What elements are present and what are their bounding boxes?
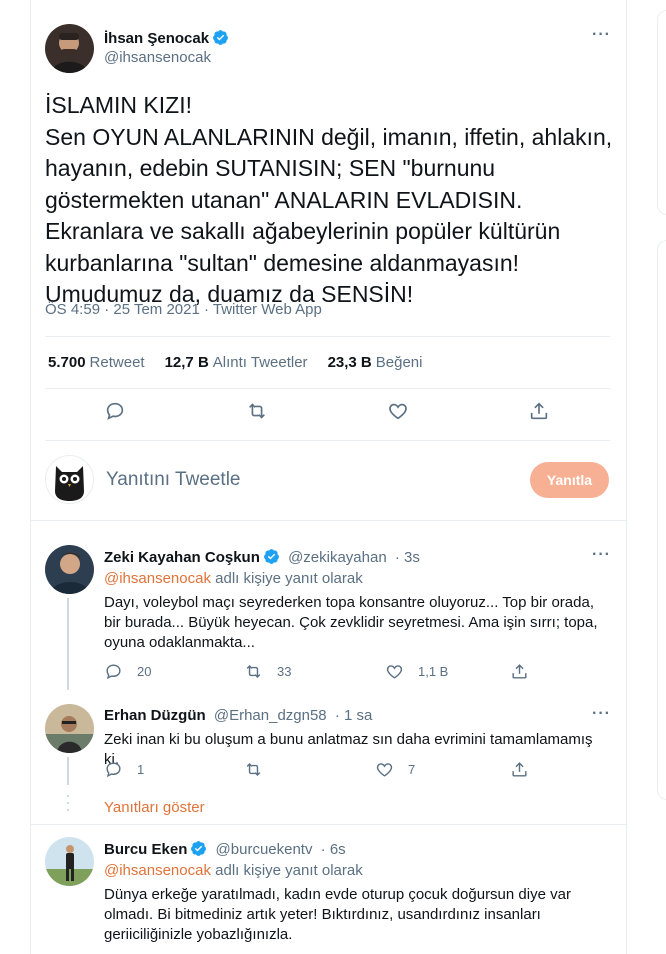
more-options-icon[interactable]: ··· (592, 705, 611, 723)
author-name[interactable]: Burcu Eken (104, 841, 187, 858)
reply-to-text: adlı kişiye yanıt olarak (210, 862, 363, 879)
retweet-label: Retweet (89, 354, 145, 371)
tweet-stats: 5.700 Retweet 12,7 B Alıntı Tweetler 23,3 … (48, 354, 422, 371)
reply-header: Erhan Düzgün @Erhan_dzgn58 · 1 sa (104, 707, 372, 724)
sidebar-card (657, 10, 666, 215)
divider (30, 520, 627, 521)
sidebar-card (657, 240, 666, 800)
avatar[interactable] (45, 545, 94, 594)
mention-link[interactable]: @ihsansenocak (104, 570, 211, 587)
reply-actions: 20 33 1,1 B (104, 662, 614, 682)
divider (45, 388, 610, 389)
retweet-count: 33 (277, 664, 292, 679)
author-name[interactable]: Erhan Düzgün (104, 707, 206, 724)
more-options-icon[interactable]: ··· (592, 26, 611, 44)
reply-icon[interactable] (104, 760, 123, 779)
author-name[interactable]: İhsan Şenocak (104, 30, 209, 47)
avatar[interactable] (45, 24, 94, 73)
more-options-icon[interactable]: ··· (592, 546, 611, 564)
thread-dot (67, 809, 69, 811)
reply-compose: Yanıtını Tweetle Yanıtla (45, 455, 615, 507)
quote-stat[interactable]: 12,7 B Alıntı Tweetler (165, 354, 308, 371)
verified-badge-icon (190, 840, 207, 861)
like-count: 1,1 B (418, 664, 449, 679)
retweet-action[interactable] (244, 760, 263, 779)
reply-text: Dayı, voleybol maçı seyrederken topa kon… (104, 594, 598, 651)
like-count: 23,3 B (327, 354, 372, 371)
share-icon[interactable] (510, 662, 529, 681)
reply-time[interactable]: · 3s (395, 549, 420, 566)
reply-time[interactable]: · 1 sa (335, 707, 373, 724)
author-handle[interactable]: @zekikayahan (288, 549, 387, 566)
reply-icon[interactable] (104, 662, 123, 681)
retweet-action[interactable]: 33 (244, 662, 291, 681)
divider (45, 440, 610, 441)
reply-text: Dünya erkeğe yaratılmadı, kadın evde otu… (104, 886, 571, 943)
reply-to-line: @ihsansenocak adlı kişiye yanıt olarak (104, 862, 363, 879)
thread-dot (67, 802, 69, 804)
reply-count: 1 (137, 762, 145, 777)
retweet-icon[interactable] (246, 400, 270, 424)
reply-header: Zeki Kayahan Coşkun @zekikayahan · 3s (104, 548, 420, 569)
share-icon[interactable] (510, 760, 529, 779)
tweet-timestamp[interactable]: ÖS 4:59 · 25 Tem 2021 · Twitter Web App (45, 301, 322, 318)
share-action[interactable] (510, 662, 529, 681)
author-name[interactable]: Zeki Kayahan Coşkun (104, 549, 260, 566)
author-handle[interactable]: @ihsansenocak (104, 49, 211, 66)
share-icon[interactable] (528, 400, 552, 424)
author-handle[interactable]: @burcuekentv (216, 841, 313, 858)
reply-input[interactable]: Yanıtını Tweetle (106, 469, 241, 491)
retweet-stat[interactable]: 5.700 Retweet (48, 354, 145, 371)
reply-time[interactable]: · 6s (321, 841, 346, 858)
avatar[interactable] (45, 837, 94, 886)
quote-count: 12,7 B (164, 354, 209, 371)
thread-line (67, 757, 69, 785)
share-action[interactable] (510, 760, 529, 779)
retweet-icon[interactable] (244, 760, 263, 779)
tweet-text-body: İSLAMIN KIZI! Sen OYUN ALANLARININ değil… (45, 92, 613, 307)
author-handle[interactable]: @Erhan_dzgn58 (214, 707, 327, 724)
reply-actions: 1 7 (104, 760, 614, 780)
reply-count: 20 (137, 664, 152, 679)
like-label: Beğeni (375, 354, 423, 371)
reply-header: Burcu Eken @burcuekentv · 6s (104, 840, 346, 861)
divider (45, 336, 610, 337)
like-stat[interactable]: 23,3 B Beğeni (328, 354, 423, 371)
like-icon[interactable] (375, 760, 394, 779)
thread-line (67, 598, 69, 690)
owl-avatar-icon (45, 455, 94, 504)
divider (30, 824, 627, 825)
thread-dot (67, 795, 69, 797)
tweet-text: İSLAMIN KIZI! Sen OYUN ALANLARININ değil… (45, 90, 615, 311)
reply-button[interactable]: Yanıtla (530, 462, 609, 498)
show-replies-link[interactable]: Yanıtları göster (104, 799, 205, 816)
verified-badge-icon (212, 29, 229, 51)
like-count: 7 (408, 762, 416, 777)
retweet-icon[interactable] (244, 662, 263, 681)
like-icon[interactable] (387, 400, 411, 424)
reply-action[interactable]: 20 (104, 662, 151, 681)
like-icon[interactable] (385, 662, 404, 681)
like-action[interactable]: 1,1 B (385, 662, 448, 681)
verified-badge-icon (263, 548, 280, 569)
reply-icon[interactable] (104, 400, 128, 424)
retweet-count: 5.700 (48, 354, 86, 371)
reply-to-line: @ihsansenocak adlı kişiye yanıt olarak (104, 570, 363, 587)
like-action[interactable]: 7 (375, 760, 415, 779)
reply-action[interactable]: 1 (104, 760, 144, 779)
quote-label: Alıntı Tweetler (212, 354, 308, 371)
reply-to-text: adlı kişiye yanıt olarak (210, 570, 363, 587)
mention-link[interactable]: @ihsansenocak (104, 862, 211, 879)
avatar[interactable] (45, 704, 94, 753)
